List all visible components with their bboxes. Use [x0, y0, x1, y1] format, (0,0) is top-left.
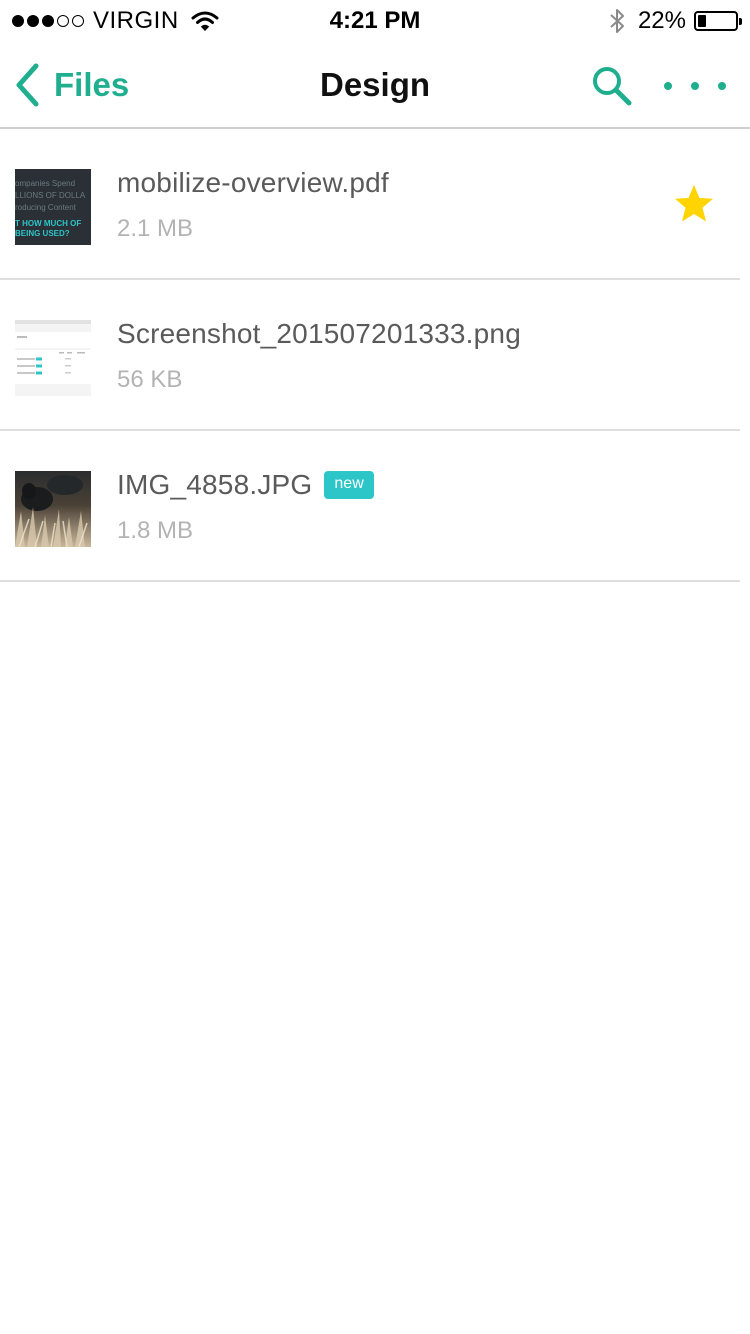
file-name: Screenshot_201507201333.png [117, 318, 521, 349]
star-icon[interactable] [672, 183, 716, 225]
photo-thumbnail [15, 471, 91, 547]
file-row-screenshot[interactable]: Screenshot_201507201333.png 56 KB [0, 280, 750, 431]
file-name: mobilize-overview.pdf [117, 167, 389, 198]
file-size: 56 KB [117, 366, 183, 393]
battery-icon [694, 11, 742, 31]
file-size: 2.1 MB [117, 215, 194, 242]
navigation-bar: Files Design [0, 42, 750, 128]
search-icon [593, 67, 632, 106]
search-button[interactable] [590, 64, 634, 108]
status-bar: VIRGIN 4:21 PM 22% [0, 0, 750, 42]
file-list: ompanies Spend LLIONS OF DOLLA roducing … [0, 129, 750, 582]
battery-percent: 22% [637, 7, 686, 34]
file-row-mobilize-overview[interactable]: ompanies Spend LLIONS OF DOLLA roducing … [0, 129, 750, 280]
battery-fill [698, 15, 706, 27]
new-badge: new [324, 471, 374, 499]
bluetooth-icon [610, 9, 624, 33]
file-name: IMG_4858.JPG [117, 469, 313, 500]
file-row-img-4858[interactable]: IMG_4858.JPG new 1.8 MB [0, 431, 750, 582]
more-dots-icon [664, 82, 672, 90]
png-thumbnail [15, 320, 91, 396]
status-right: 22% [608, 6, 742, 36]
file-size: 1.8 MB [117, 517, 194, 544]
pdf-thumbnail: ompanies Spend LLIONS OF DOLLA roducing … [15, 169, 91, 245]
page-title: Design [319, 66, 431, 103]
row-divider [0, 580, 740, 582]
more-options-button[interactable] [664, 74, 726, 98]
